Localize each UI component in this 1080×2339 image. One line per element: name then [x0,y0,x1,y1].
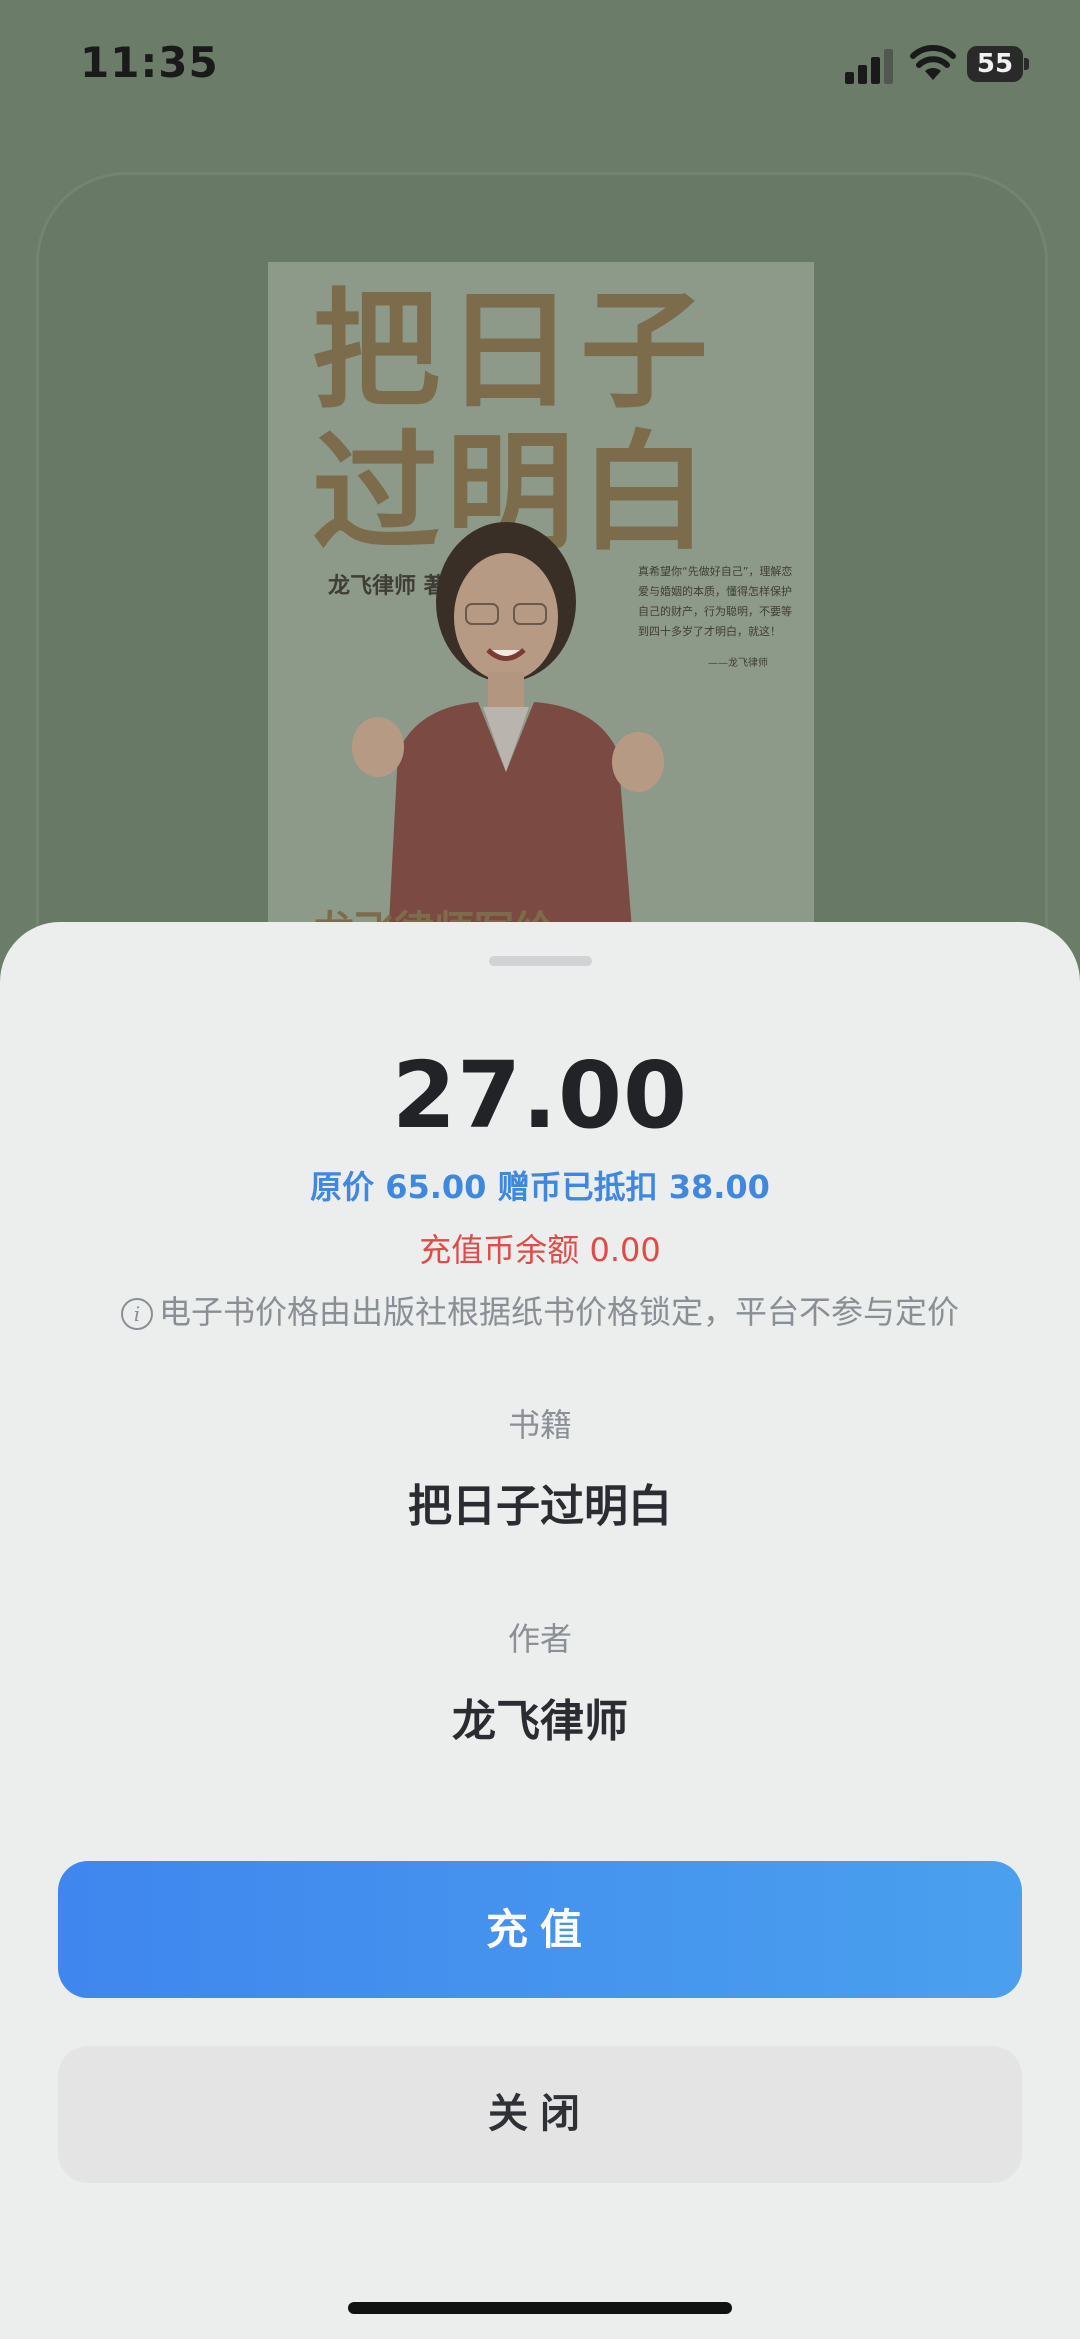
purchase-sheet: 27.00 原价 65.00 赠币已抵扣 38.00 充值币余额 0.00 i电… [0,922,1080,2339]
status-time: 11:35 [80,38,219,87]
pricing-notice: i 电子书价格由出版社根据纸书价格锁定，平台不参与定价 [0,1287,1080,1333]
info-icon: i [120,1298,153,1330]
author-label: 作者 [507,1620,572,1658]
price-amount: 27.00 [391,1042,688,1149]
recharge-button[interactable]: 充值 [58,1861,1022,1998]
book-cover: 把日子 过明白 龙飞律师 著 真希望你“先做好自己”，理解恋爱与婚姻的本质，懂得… [268,262,814,942]
close-button[interactable]: 关闭 [58,2046,1022,2183]
sheet-drag-handle[interactable] [489,956,592,966]
pricing-notice-text: 电子书价格由出版社根据纸书价格锁定，平台不参与定价 [158,1293,959,1331]
author-name: 龙飞律师 [452,1696,628,1747]
original-price-info: 原价 65.00 赠币已抵扣 38.00 [310,1168,770,1206]
cover-title-line1: 把日子 [312,276,715,426]
cover-quote-signature: ——龙飞律师 [708,658,768,669]
cellular-signal-icon [845,49,893,84]
book-name: 把日子过明白 [408,1481,672,1532]
battery-level: 55 [976,49,1014,79]
status-bar: 11:35 55 [0,0,1080,130]
home-indicator[interactable] [348,2302,732,2314]
wifi-icon [910,45,956,80]
battery-icon: 55 [967,46,1029,82]
book-label: 书籍 [507,1406,572,1444]
author-portrait [352,522,664,942]
recharge-balance: 充值币余额 0.00 [419,1231,661,1269]
